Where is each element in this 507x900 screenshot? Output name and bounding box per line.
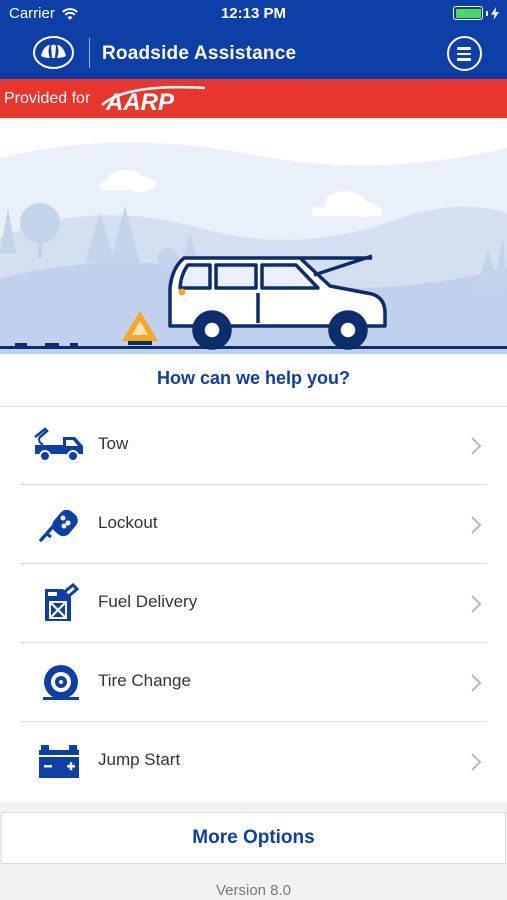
car-key-icon (39, 509, 78, 542)
service-label: Lockout (98, 513, 158, 532)
service-label: Tow (98, 434, 129, 453)
service-label: Fuel Delivery (98, 592, 198, 611)
status-time: 12:13 PM (220, 5, 287, 22)
more-options-button[interactable]: More Options (1, 812, 506, 864)
service-label: Tire Change (98, 671, 191, 690)
version-label: Version 8.0 (215, 882, 292, 899)
chevron-right-icon (471, 437, 482, 455)
service-label: Jump Start (98, 750, 181, 769)
chevron-right-icon (471, 674, 482, 692)
app-title: Roadside Assistance (102, 43, 297, 64)
battery-indicator (453, 6, 499, 20)
service-lockout[interactable]: Lockout (0, 485, 507, 564)
chevron-right-icon (471, 753, 482, 771)
navigation-header: Roadside Assistance (0, 28, 507, 79)
battery-icon (453, 6, 483, 20)
tire-icon (43, 665, 79, 700)
chevron-right-icon (471, 516, 482, 534)
app-header-bar: Carrier 12:13 PM Roadside Assistance (0, 0, 507, 79)
provided-for-label: Provided for (4, 90, 91, 107)
tow-truck-icon (34, 427, 83, 462)
help-question: How can we help you? (156, 368, 351, 388)
service-tire-change[interactable]: Tire Change (0, 643, 507, 722)
car-battery-icon (39, 745, 79, 778)
header-divider (89, 38, 90, 68)
charging-bolt-icon (491, 6, 499, 20)
service-jump-start[interactable]: Jump Start (0, 722, 507, 801)
service-tow[interactable]: Tow (0, 406, 507, 485)
aarp-logo: AARP (101, 85, 206, 113)
chevron-right-icon (471, 595, 482, 613)
allstate-hands-logo-icon[interactable] (33, 36, 74, 69)
hamburger-menu-icon[interactable] (447, 36, 482, 71)
svg-text:AARP: AARP (105, 89, 175, 113)
fuel-can-icon (45, 583, 80, 621)
status-bar: Carrier 12:13 PM (0, 0, 507, 28)
partner-banner: Provided for AARP (0, 79, 507, 118)
roadside-illustration (0, 118, 507, 354)
service-fuel-delivery[interactable]: Fuel Delivery (0, 564, 507, 643)
